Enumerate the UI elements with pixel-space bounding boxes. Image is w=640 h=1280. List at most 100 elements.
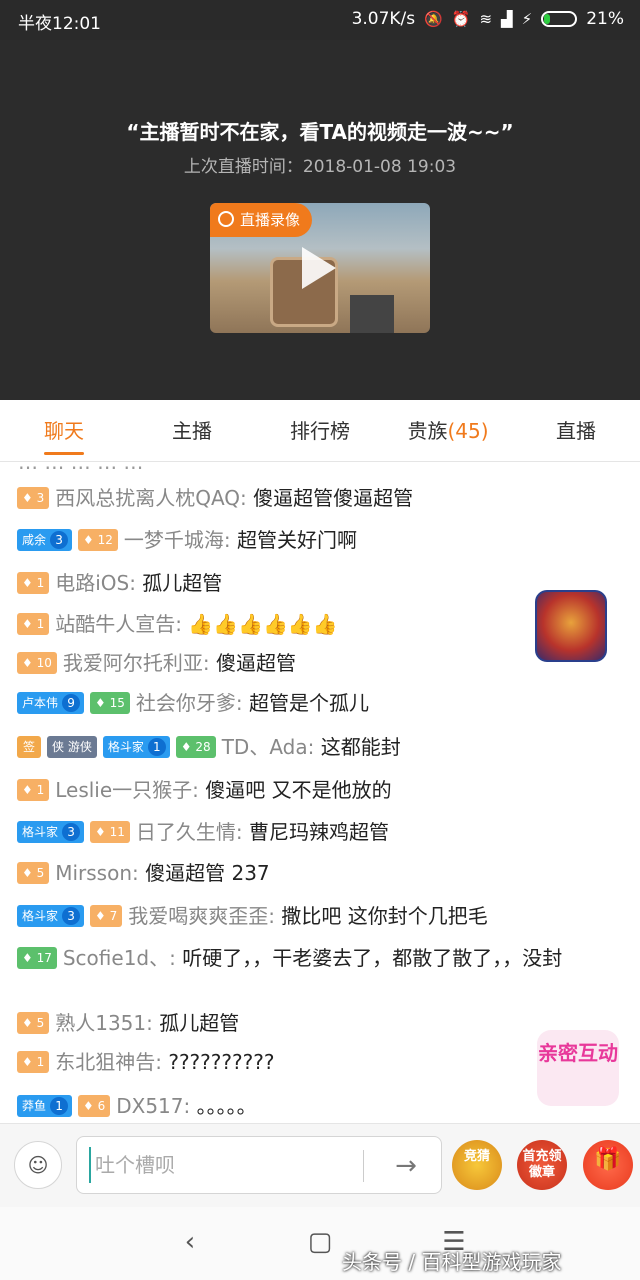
chat-text: 曹尼玛辣鸡超管	[242, 820, 389, 844]
chat-message[interactable]: 咸余 3 ♦ 12 一梦千城海: 超管关好门啊	[17, 526, 617, 554]
level-icon: ♦	[22, 656, 37, 670]
chat-username[interactable]: 东北狙神告:	[55, 1050, 162, 1074]
chat-message[interactable]: 莽鱼 1 ♦ 6 DX517: 。。。。。	[17, 1092, 617, 1120]
partial-message: … … … … …	[18, 462, 144, 474]
gift-icon[interactable]: 🎁	[583, 1140, 633, 1190]
first-recharge-icon[interactable]: 首充领徽章	[517, 1140, 567, 1190]
chat-text: 傻逼吧 又不是他放的	[198, 778, 392, 802]
fan-badge: 格斗家 1	[102, 736, 170, 758]
chat-message[interactable]: 卢本伟 9 ♦ 15 社会你牙爹: 超管是个孤儿	[17, 689, 617, 717]
chat-text: 傻逼超管 237	[138, 861, 270, 885]
fan-badge: 格斗家 3	[17, 821, 85, 843]
chat-username[interactable]: Scofie1d、:	[63, 946, 176, 970]
level-badge: ♦ 5	[17, 862, 50, 884]
level-badge: ♦ 1	[17, 572, 50, 594]
chat-username[interactable]: Leslie一只猴子:	[55, 778, 199, 802]
chat-list[interactable]: … … … … … ♦ 3 西风总扰离人枕QAQ: 傻逼超管傻逼超管 咸余 3 ♦ 12…	[0, 462, 640, 1122]
chat-username[interactable]: 西风总扰离人枕QAQ:	[55, 486, 247, 510]
chat-message[interactable]: ♦ 3 西风总扰离人枕QAQ: 傻逼超管傻逼超管	[17, 484, 617, 512]
chat-username[interactable]: 日了久生情:	[136, 820, 243, 844]
game-avatar-float[interactable]	[535, 590, 607, 662]
play-icon[interactable]	[302, 247, 336, 289]
tab-bar: 聊天 主播 排行榜 贵族(45) 直播	[0, 400, 640, 462]
chat-message[interactable]: ♦ 5 熟人1351: 孤儿超管	[17, 1009, 617, 1037]
network-speed: 3.07K/s	[351, 9, 416, 29]
chat-text: 傻逼超管	[209, 651, 296, 675]
level-badge: ♦ 11	[90, 821, 130, 843]
chat-username[interactable]: 一梦千城海:	[124, 528, 231, 552]
last-live-time: 上次直播时间：2018-01-08 19:03	[183, 157, 457, 177]
tab-rank[interactable]: 排行榜	[256, 400, 384, 461]
tab-live[interactable]: 直播	[512, 400, 640, 461]
tab-anchor[interactable]: 主播	[128, 400, 256, 461]
level-icon: ♦	[95, 696, 110, 710]
level-icon: ♦	[22, 576, 37, 590]
intimacy-interact-button[interactable]: 亲密互动	[537, 1030, 619, 1106]
tab-chat[interactable]: 聊天	[0, 400, 128, 461]
chat-text: 撒比吧 这你封个几把毛	[274, 904, 488, 928]
chat-text: 听硬了，，干老婆去了，都散了散了，，没封	[175, 946, 563, 970]
chat-username[interactable]: DX517:	[116, 1094, 190, 1118]
sign-badge: 签	[17, 736, 41, 758]
level-badge: ♦ 10	[17, 652, 57, 674]
chat-username[interactable]: 我爱阿尔托利亚:	[63, 651, 210, 675]
level-icon: ♦	[22, 491, 37, 505]
tab-noble[interactable]: 贵族(45)	[384, 400, 512, 461]
chat-message[interactable]: 签侠 游侠 格斗家 1 ♦ 28 TD、Ada: 这都能封	[17, 733, 617, 761]
video-area[interactable]: “主播暂时不在家，看TA的视频走一波~~” 上次直播时间：2018-01-08 …	[0, 40, 640, 400]
chat-username[interactable]: 站酷牛人宣告:	[55, 612, 182, 636]
chat-input-box[interactable]: →	[76, 1136, 442, 1194]
chat-message[interactable]: 格斗家 3 ♦ 11 日了久生情: 曹尼玛辣鸡超管	[17, 818, 617, 846]
chat-message[interactable]: 格斗家 3 ♦ 7 我爱喝爽爽歪歪: 撒比吧 这你封个几把毛	[17, 902, 617, 930]
level-badge: ♦ 17	[17, 947, 57, 969]
level-icon: ♦	[83, 1099, 98, 1113]
charging-icon: ⚡	[521, 10, 533, 28]
level-icon: ♦	[180, 740, 196, 754]
wifi-icon: ≋	[479, 10, 493, 28]
level-badge: ♦ 1	[17, 1051, 50, 1073]
chat-input[interactable]	[89, 1147, 351, 1183]
chat-text: 。。。。。	[190, 1094, 257, 1118]
emoji-icon[interactable]: ☺	[14, 1141, 62, 1189]
watermark: 头条号 / 百科型游戏玩家	[342, 1250, 562, 1274]
level-icon: ♦	[95, 825, 110, 839]
chat-message[interactable]: ♦ 17 Scofie1d、: 听硬了，，干老婆去了，都散了散了，，没封	[17, 944, 617, 972]
noble-badge: 侠 游侠	[47, 736, 97, 758]
status-time: 半夜12:01	[18, 14, 101, 34]
chat-text: 超管关好门啊	[230, 528, 357, 552]
chat-text: 这都能封	[314, 735, 401, 759]
chat-username[interactable]: TD、Ada:	[222, 735, 315, 759]
input-divider	[363, 1150, 364, 1182]
level-icon: ♦	[22, 951, 37, 965]
level-icon: ♦	[95, 909, 110, 923]
chat-username[interactable]: 熟人1351:	[55, 1011, 153, 1035]
level-badge: ♦ 7	[90, 905, 123, 927]
chat-text: 傻逼超管傻逼超管	[246, 486, 414, 510]
chat-message[interactable]: ♦ 5 Mirsson: 傻逼超管 237	[17, 859, 617, 887]
chat-message[interactable]: ♦ 10 我爱阿尔托利亚: 傻逼超管	[17, 649, 617, 677]
fan-badge: 咸余 3	[17, 529, 73, 551]
back-icon[interactable]: ‹	[170, 1227, 210, 1257]
chat-message[interactable]: ♦ 1 Leslie一只猴子: 傻逼吧 又不是他放的	[17, 776, 617, 804]
chat-text: ??????????	[161, 1050, 275, 1074]
input-bar: ☺ → 竞猜 首充领徽章 🎁	[0, 1123, 640, 1207]
guess-icon[interactable]: 竞猜	[452, 1140, 502, 1190]
chat-username[interactable]: 电路iOS:	[55, 571, 136, 595]
replay-thumbnail[interactable]: 直播录像	[210, 203, 430, 333]
signal-icon: ▟	[501, 10, 513, 28]
chat-username[interactable]: 社会你牙爹:	[136, 691, 243, 715]
chat-username[interactable]: 我爱喝爽爽歪歪:	[128, 904, 275, 928]
level-icon: ♦	[22, 866, 37, 880]
fan-badge: 莽鱼 1	[17, 1095, 73, 1117]
chat-message[interactable]: ♦ 1 东北狙神告: ??????????	[17, 1048, 617, 1076]
home-icon[interactable]: ▢	[300, 1227, 340, 1257]
alarm-icon: ⏰	[451, 10, 471, 28]
chat-message[interactable]: ♦ 1 站酷牛人宣告: 👍👍👍👍👍👍	[17, 610, 617, 638]
chat-username[interactable]: Mirsson:	[55, 861, 139, 885]
level-badge: ♦ 12	[78, 529, 118, 551]
chat-message[interactable]: ♦ 1 电路iOS: 孤儿超管	[17, 569, 617, 597]
chat-text: 孤儿超管	[152, 1011, 240, 1035]
offline-title: “主播暂时不在家，看TA的视频走一波~~”	[126, 120, 514, 144]
replay-tag: 直播录像	[210, 203, 313, 237]
send-icon[interactable]: →	[377, 1146, 435, 1186]
